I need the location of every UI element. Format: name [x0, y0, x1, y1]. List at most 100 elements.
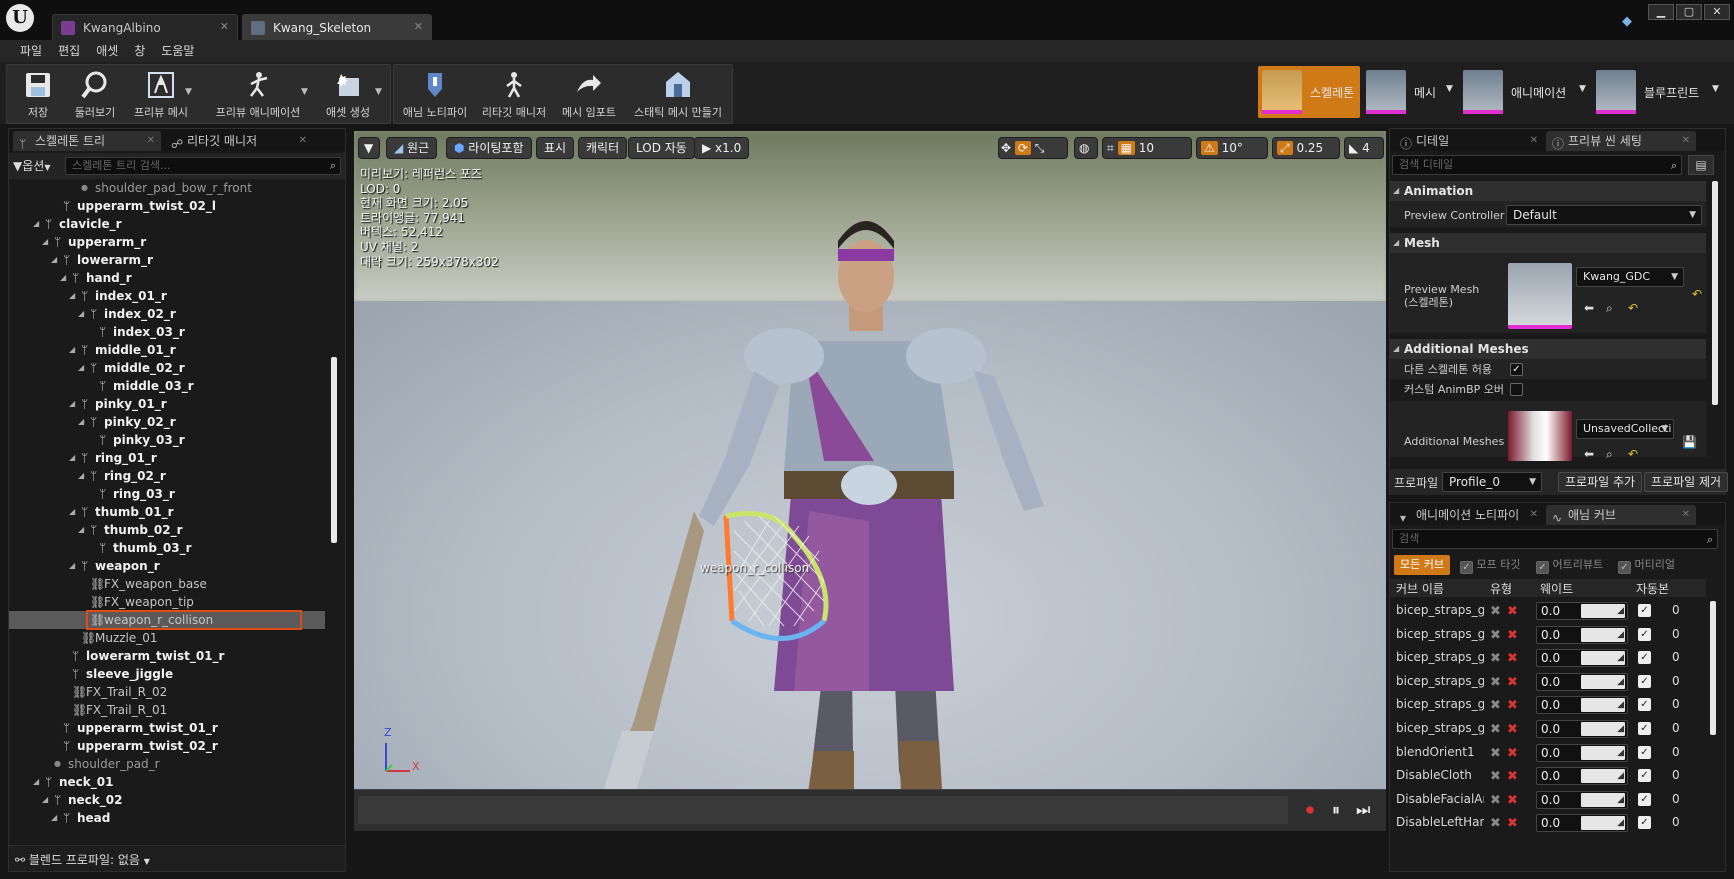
use-selected-arrow-icon[interactable]: ⬅ [1584, 301, 1594, 315]
timeline-scrubber[interactable] [358, 796, 1288, 824]
grid-snap-value[interactable]: 10 [1139, 141, 1154, 155]
document-tab-kwangalbino[interactable]: KwangAlbino ✕ [52, 14, 238, 40]
custom-animbp-checkbox[interactable] [1510, 383, 1523, 396]
tree-bone-row[interactable]: ◢ ᛘ ring_01_r [9, 449, 325, 467]
menu-help[interactable]: 도움말 [153, 40, 202, 62]
chevron-down-icon[interactable]: ▼ [1712, 84, 1719, 94]
unreal-logo-icon[interactable]: U [6, 4, 34, 32]
chevron-down-icon[interactable]: ▼ [185, 87, 192, 97]
tree-bone-row[interactable]: ◢ ᛘ pinky_01_r [9, 395, 325, 413]
expand-arrow-icon[interactable]: ◢ [69, 503, 75, 521]
browse-button[interactable]: 둘러보기 [65, 65, 125, 123]
tree-socket-row[interactable]: ● shoulder_pad_bow_r_front [9, 179, 325, 197]
auto-checkbox[interactable]: ✓ [1638, 604, 1651, 617]
tree-bone-row[interactable]: ◢ ᛘ weapon_r [9, 557, 325, 575]
preview-animation-button[interactable]: 프리뷰 애니메이션 [203, 65, 313, 123]
header-type[interactable]: 유형 [1490, 580, 1512, 597]
curve-weight-input[interactable]: 0.0 ◢ [1536, 790, 1628, 809]
tab-retarget-manager[interactable]: ☍ 리타깃 매니저 ✕ [165, 131, 313, 151]
auto-checkbox[interactable]: ✓ [1638, 745, 1651, 759]
auto-checkbox[interactable]: ✓ [1638, 792, 1651, 806]
allow-diff-skeleton-checkbox[interactable]: ✓ [1510, 363, 1523, 376]
tab-anim-notifies[interactable]: ▾ 애니메이션 노티파이 ✕ [1394, 505, 1544, 525]
browse-search-icon[interactable]: ⌕ [1606, 301, 1613, 316]
expand-arrow-icon[interactable]: ◢ [69, 341, 75, 359]
character-button[interactable]: 캐릭터 [578, 137, 628, 159]
tree-scrollbar[interactable] [331, 357, 337, 543]
menu-file[interactable]: 파일 [12, 40, 50, 62]
tree-bone-row[interactable]: ◢ ᛘ thumb_01_r [9, 503, 325, 521]
curve-weight-input[interactable]: 0.0 ◢ [1536, 814, 1628, 833]
expand-arrow-icon[interactable]: ◢ [69, 449, 75, 467]
auto-checkbox[interactable]: ✓ [1638, 769, 1651, 783]
auto-checkbox[interactable]: ✓ [1638, 698, 1651, 712]
minimize-button[interactable]: ▁ [1648, 4, 1674, 20]
tree-bone-row[interactable]: ᛘ index_03_r [9, 323, 325, 341]
retarget-manager-button[interactable]: 리타깃 매니저 [474, 65, 554, 123]
tree-socket-row[interactable]: ⛓ FX_Trail_R_01 [9, 701, 325, 719]
curve-weight-input[interactable]: 0.0 ◢ [1536, 720, 1628, 738]
expand-arrow-icon[interactable]: ◢ [51, 809, 57, 827]
rotate-icon[interactable]: ⟳ [1014, 141, 1031, 155]
menu-window[interactable]: 창 [126, 40, 153, 62]
tree-bone-row[interactable]: ◢ ᛘ index_01_r [9, 287, 325, 305]
import-mesh-button[interactable]: 메시 임포트 [554, 65, 624, 123]
auto-checkbox[interactable]: ✓ [1638, 816, 1651, 830]
use-selected-arrow-icon[interactable]: ⬅ [1584, 447, 1594, 461]
pause-icon[interactable]: ⏸ [1332, 800, 1340, 820]
coordinate-space-button[interactable]: ◍ [1074, 137, 1098, 159]
tree-bone-row[interactable]: ◢ ᛘ upperarm_r [9, 233, 325, 251]
scale-snap-icon[interactable]: ⤢ [1277, 141, 1293, 155]
header-weight[interactable]: 웨이트 [1540, 580, 1573, 597]
surface-snap-icon[interactable]: ⌗ [1107, 141, 1114, 155]
profile-dropdown[interactable]: Profile_0 ▼ [1442, 472, 1542, 492]
auto-checkbox[interactable]: ✓ [1638, 651, 1651, 665]
document-tab-kwang-skeleton[interactable]: Kwang_Skeleton ✕ [242, 14, 432, 40]
tree-socket-row[interactable]: ⛓ FX_Trail_R_02 [9, 683, 325, 701]
feedback-icon[interactable]: ◆ [1622, 14, 1632, 29]
materials-checkbox[interactable]: ✓ [1618, 561, 1631, 574]
filter-all-curves[interactable]: 모든 커브 [1394, 555, 1450, 575]
browse-search-icon[interactable]: ⌕ [1606, 447, 1613, 462]
section-mesh[interactable]: Mesh [1390, 233, 1706, 253]
header-auto[interactable]: 자동 [1636, 580, 1658, 597]
filter-materials[interactable]: ✓ 머티리얼 [1618, 555, 1675, 575]
mode-mesh-button[interactable]: 메시 ▼ [1366, 66, 1462, 118]
playback-speed-button[interactable]: ▶ x1.0 [694, 137, 750, 159]
curve-row[interactable]: bicep_straps_geo ✖ ✖ 0.0◢ ✓ 0 [1390, 599, 1706, 623]
close-tab-icon[interactable]: ✕ [1530, 131, 1538, 151]
tree-bone-row[interactable]: ᛘ thumb_03_r [9, 539, 325, 557]
curve-weight-input[interactable]: 0.0 ◢ [1536, 649, 1628, 668]
mode-skeleton-button[interactable]: 스켈레톤 [1258, 66, 1360, 118]
curve-weight-input[interactable]: 0.0 ◢ [1536, 743, 1628, 762]
expand-arrow-icon[interactable]: ◢ [78, 305, 84, 323]
header-curve-name[interactable]: 커브 이름 [1396, 580, 1444, 597]
reset-icon[interactable]: ↶ [1628, 301, 1638, 315]
tree-bone-row[interactable]: ◢ ᛘ head [9, 809, 325, 827]
curve-weight-input[interactable]: 0.0 ◢ [1536, 767, 1628, 786]
curve-row[interactable]: bicep_straps_geo ✖ ✖ 0.0◢ ✓ 0 [1390, 646, 1706, 670]
scale-icon[interactable]: ⤡ [1035, 141, 1045, 155]
additional-meshes-thumbnail[interactable] [1508, 411, 1572, 461]
tree-bone-row[interactable]: ᛘ upperarm_twist_02_l [9, 197, 325, 215]
morph-targets-checkbox[interactable]: ✓ [1460, 561, 1473, 574]
preview-controller-dropdown[interactable]: Default ▼ [1506, 205, 1702, 225]
tree-socket-row[interactable]: ● shoulder_pad_r [9, 755, 325, 773]
scale-snap-value[interactable]: 0.25 [1296, 141, 1323, 155]
chevron-down-icon[interactable]: ▼ [1579, 84, 1586, 94]
perspective-button[interactable]: ◢ 원근 [386, 137, 438, 159]
curve-row[interactable]: blendOrient1 ✖ ✖ 0.0 ◢ ✓ 0 [1390, 741, 1706, 765]
tree-bone-row[interactable]: ◢ ᛘ index_02_r [9, 305, 325, 323]
details-search-input[interactable]: 검색 디테일 ⌕ [1392, 155, 1682, 175]
expand-arrow-icon[interactable]: ◢ [33, 773, 39, 791]
view-options-button[interactable]: ▤ [1688, 155, 1714, 175]
menu-edit[interactable]: 편집 [50, 40, 88, 62]
expand-arrow-icon[interactable]: ◢ [78, 521, 84, 539]
expand-arrow-icon[interactable]: ◢ [78, 359, 84, 377]
grid-snap-icon[interactable]: ▦ [1117, 141, 1135, 155]
remove-profile-button[interactable]: 프로파일 제거 [1644, 472, 1729, 492]
viewport[interactable]: weapon_r_collison ▼ ◢ 원근 ⬢ 라이팅포함 표시 캐릭터 … [354, 131, 1386, 831]
expand-arrow-icon[interactable]: ◢ [69, 287, 75, 305]
section-additional-meshes[interactable]: Additional Meshes [1390, 339, 1706, 359]
filter-attributes[interactable]: ✓ 어트리뷰트 [1536, 555, 1603, 575]
